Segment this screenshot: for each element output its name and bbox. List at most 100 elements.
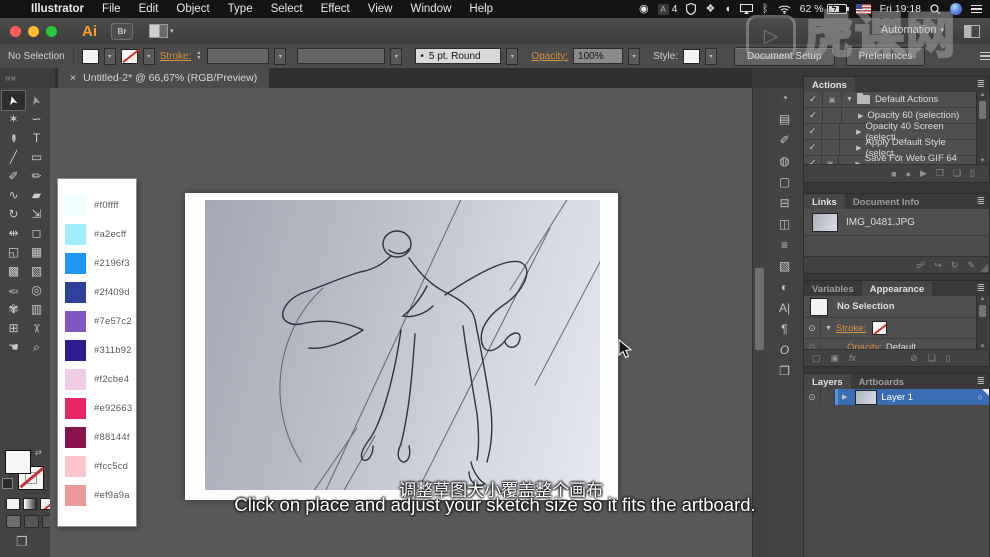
menu-select[interactable]: Select xyxy=(262,3,312,15)
magic-wand-tool[interactable]: ✶ xyxy=(2,110,25,129)
new-set-icon[interactable]: ❒ xyxy=(936,168,944,179)
color-swatch[interactable] xyxy=(65,340,86,361)
input-language-flag[interactable] xyxy=(856,4,871,14)
swap-fill-stroke-icon[interactable]: ⇄ xyxy=(35,448,42,457)
tab-links[interactable]: Links xyxy=(804,194,845,209)
fill-color-swatch[interactable] xyxy=(82,49,99,64)
swatch-row[interactable]: #e92663 xyxy=(65,398,132,419)
draw-normal-button[interactable] xyxy=(6,515,21,528)
default-fill-stroke-icon[interactable] xyxy=(2,478,13,489)
placed-sketch-image[interactable] xyxy=(205,200,600,490)
update-link-icon[interactable]: ↻ xyxy=(951,260,959,271)
screen-mode-button[interactable]: ❐ xyxy=(16,534,28,550)
stroke-none-swatch[interactable] xyxy=(872,321,887,335)
pathfinder-panel-icon[interactable]: ◫ xyxy=(766,214,803,235)
rotate-tool[interactable]: ↻ xyxy=(2,205,25,224)
pencil-tool[interactable]: ✏ xyxy=(25,167,48,186)
swatch-row[interactable]: #fcc5cd xyxy=(65,456,128,477)
color-button[interactable] xyxy=(6,498,20,510)
tab-variables[interactable]: Variables xyxy=(804,281,862,296)
tab-actions[interactable]: Actions xyxy=(804,77,855,92)
workspace-switcher[interactable]: Automation▾ xyxy=(881,24,944,36)
color-swatch[interactable] xyxy=(65,398,86,419)
stop-playing-icon[interactable]: ■ xyxy=(891,169,896,179)
arrange-documents-button[interactable]: ▾ xyxy=(149,24,174,38)
tab-layers[interactable]: Layers xyxy=(804,374,851,389)
transform-panel-icon[interactable]: ▢ xyxy=(766,172,803,193)
bridge-button[interactable]: Br xyxy=(111,23,133,40)
airplay-icon[interactable] xyxy=(740,4,753,14)
color-swatch[interactable] xyxy=(65,369,86,390)
appearance-stroke-row[interactable]: ⊙ ▼ Stroke: xyxy=(804,318,978,339)
layer-visibility-eye-icon[interactable]: ⊙ xyxy=(804,389,821,405)
dropbox-icon[interactable]: ❖ xyxy=(705,0,715,18)
go-to-link-icon[interactable]: ↪ xyxy=(934,260,942,271)
color-swatch[interactable] xyxy=(65,253,86,274)
gradient-tool[interactable]: ▧ xyxy=(25,262,48,281)
brush-definition-dropdown[interactable]: ▾ xyxy=(506,48,518,65)
opacity-dropdown[interactable]: ▾ xyxy=(628,48,640,65)
add-effect-icon[interactable]: fx xyxy=(849,353,856,363)
pen-tool[interactable]: ✒ xyxy=(2,129,25,148)
swatch-row[interactable]: #2196f3 xyxy=(65,253,130,274)
symbols-panel-icon[interactable]: ❒ xyxy=(766,361,803,382)
close-document-icon[interactable]: × xyxy=(70,72,76,84)
color-swatch[interactable] xyxy=(65,456,86,477)
tab-artboards[interactable]: Artboards xyxy=(851,374,912,389)
brush-definition-field[interactable]: •5 pt. Round xyxy=(415,48,501,64)
fill-indicator[interactable] xyxy=(5,450,31,474)
direct-selection-tool[interactable]: ➤ xyxy=(25,91,48,110)
menu-type[interactable]: Type xyxy=(219,3,262,15)
appearance-panel-menu-icon[interactable]: ≣ xyxy=(973,281,989,296)
opacity-field[interactable]: 100% xyxy=(573,48,623,64)
swatch-row[interactable]: #88144f xyxy=(65,427,130,448)
character-panel-icon[interactable]: A| xyxy=(766,298,803,319)
menu-illustrator[interactable]: Illustrator xyxy=(22,3,93,15)
column-graph-tool[interactable]: ▥ xyxy=(25,300,48,319)
variable-width-profile-field[interactable] xyxy=(297,48,385,64)
bluetooth-icon[interactable]: ᛒ xyxy=(762,0,769,18)
menu-window[interactable]: Window xyxy=(401,3,460,15)
layer-row[interactable]: ⊙ ▶ Layer 1 ○ xyxy=(804,389,989,405)
symbol-sprayer-tool[interactable]: ✾ xyxy=(2,300,25,319)
align-panel-icon[interactable]: ⊟ xyxy=(766,193,803,214)
battery-status[interactable]: 62 % ϟ xyxy=(800,3,847,15)
screen-record-icon[interactable]: ◉ xyxy=(639,0,649,18)
swatch-row[interactable]: #311b92 xyxy=(65,340,132,361)
gradient-panel-icon[interactable]: ▧ xyxy=(766,256,803,277)
scale-tool[interactable]: ⇲ xyxy=(25,205,48,224)
tools-panel-header[interactable]: «« xyxy=(0,68,55,88)
hand-tool[interactable]: ☚ xyxy=(2,338,25,357)
begin-recording-icon[interactable]: ● xyxy=(906,169,911,179)
color-swatch[interactable] xyxy=(65,311,86,332)
eraser-tool[interactable]: ▰ xyxy=(25,186,48,205)
color-panel-icon[interactable]: ◍ xyxy=(766,151,803,172)
swatch-row[interactable]: #ef9a9a xyxy=(65,485,130,506)
resize-grip[interactable] xyxy=(980,264,988,272)
notification-center-icon[interactable] xyxy=(971,3,982,16)
menu-help[interactable]: Help xyxy=(460,3,502,15)
paragraph-panel-icon[interactable]: ¶ xyxy=(766,319,803,340)
layer-expand-icon[interactable]: ▶ xyxy=(842,393,847,401)
color-swatch[interactable] xyxy=(65,485,86,506)
color-swatch[interactable] xyxy=(65,282,86,303)
swatch-row[interactable]: #f0ffff xyxy=(65,195,119,216)
preferences-button[interactable]: Preferences xyxy=(846,47,926,66)
transparency-panel-icon[interactable]: ◐ xyxy=(766,277,803,298)
selection-tool[interactable]: ➤ xyxy=(2,91,25,110)
relink-icon[interactable]: ☍ xyxy=(916,260,925,271)
swatch-row[interactable]: #a2ecff xyxy=(65,224,126,245)
style-swatch[interactable] xyxy=(683,49,700,64)
free-transform-tool[interactable]: ◻ xyxy=(25,224,48,243)
expand-arrow-icon[interactable]: ▼ xyxy=(846,96,853,103)
stroke-weight-dropdown[interactable]: ▾ xyxy=(274,48,286,65)
menu-file[interactable]: File xyxy=(93,3,130,15)
color-swatch[interactable] xyxy=(65,427,86,448)
brushes-panel-icon[interactable]: ✐ xyxy=(766,130,803,151)
color-swatch[interactable] xyxy=(65,224,86,245)
artboard-tool[interactable]: ⊞ xyxy=(2,319,25,338)
appearance-selection-row[interactable]: No Selection xyxy=(804,296,978,318)
type-tool[interactable]: T xyxy=(25,129,48,148)
menu-view[interactable]: View xyxy=(359,3,402,15)
swatch-row[interactable]: #f2cbe4 xyxy=(65,369,129,390)
